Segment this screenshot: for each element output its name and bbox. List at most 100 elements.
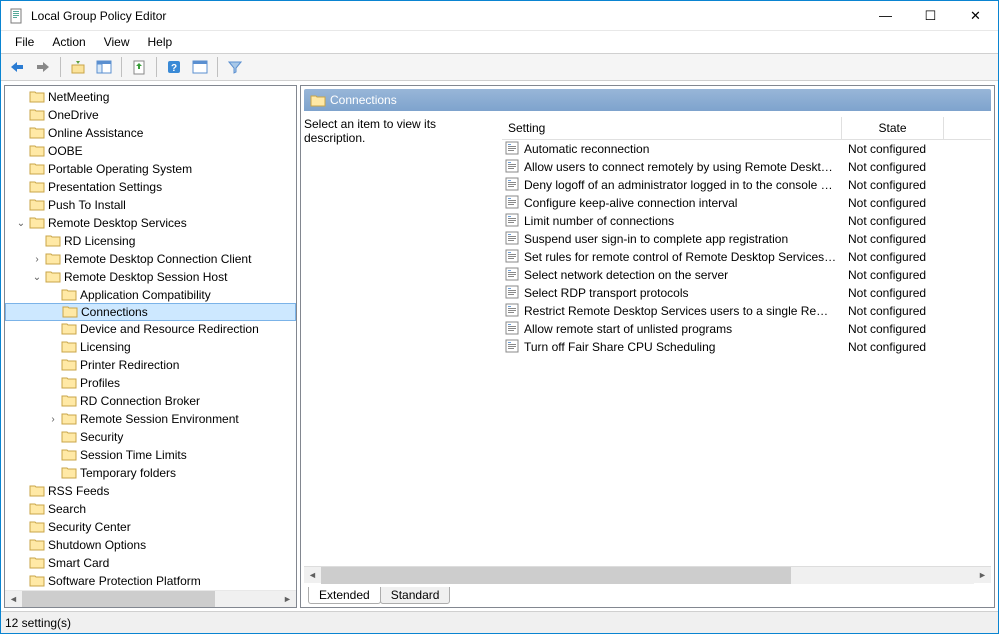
tree-item[interactable]: ⌄ Remote Desktop Session Host bbox=[5, 268, 296, 286]
menu-view[interactable]: View bbox=[96, 33, 138, 51]
tree-item[interactable]: Online Assistance bbox=[5, 124, 296, 142]
tree-item[interactable]: Device and Resource Redirection bbox=[5, 320, 296, 338]
list-hscrollbar[interactable]: ◄ ► bbox=[304, 566, 991, 583]
tree-item[interactable]: Application Compatibility bbox=[5, 286, 296, 304]
tree-item[interactable]: Security bbox=[5, 428, 296, 446]
export-button[interactable] bbox=[127, 56, 151, 78]
tree-hscroll-thumb[interactable] bbox=[22, 591, 215, 608]
list-row[interactable]: Suspend user sign-in to complete app reg… bbox=[502, 230, 991, 248]
tree-item[interactable]: Connections bbox=[5, 303, 296, 321]
tree-item[interactable]: ⌄ Remote Desktop Services bbox=[5, 214, 296, 232]
tree-item[interactable]: Search bbox=[5, 500, 296, 518]
list-row[interactable]: Select RDP transport protocolsNot config… bbox=[502, 284, 991, 302]
tree-item-label: Remote Desktop Session Host bbox=[64, 270, 227, 284]
scroll-right-icon[interactable]: ► bbox=[279, 591, 296, 608]
folder-icon bbox=[45, 234, 61, 248]
expander-icon[interactable]: › bbox=[45, 414, 61, 425]
list-row[interactable]: Allow users to connect remotely by using… bbox=[502, 158, 991, 176]
list-row[interactable]: Set rules for remote control of Remote D… bbox=[502, 248, 991, 266]
tab-extended[interactable]: Extended bbox=[308, 587, 381, 604]
tree-item[interactable]: Presentation Settings bbox=[5, 178, 296, 196]
tree-item-label: Session Time Limits bbox=[80, 448, 187, 462]
folder-icon bbox=[45, 252, 61, 266]
up-button[interactable] bbox=[66, 56, 90, 78]
filter-button[interactable] bbox=[223, 56, 247, 78]
expander-icon[interactable]: › bbox=[29, 254, 45, 265]
setting-state: Not configured bbox=[842, 250, 944, 264]
policy-icon bbox=[505, 249, 521, 265]
menu-action[interactable]: Action bbox=[44, 33, 93, 51]
setting-state: Not configured bbox=[842, 142, 944, 156]
tree-item[interactable]: Shutdown Options bbox=[5, 536, 296, 554]
scroll-left-icon[interactable]: ◄ bbox=[5, 591, 22, 608]
tree-item-label: OneDrive bbox=[48, 108, 99, 122]
list-row[interactable]: Automatic reconnectionNot configured bbox=[502, 140, 991, 158]
back-button[interactable] bbox=[5, 56, 29, 78]
tree-scroll[interactable]: NetMeeting OneDrive Online Assistance OOBE P… bbox=[5, 86, 296, 590]
tree-item-label: Online Assistance bbox=[48, 126, 143, 140]
tree-item[interactable]: Licensing bbox=[5, 338, 296, 356]
list-row[interactable]: Configure keep-alive connection interval… bbox=[502, 194, 991, 212]
properties-button[interactable] bbox=[188, 56, 212, 78]
tree-item-label: NetMeeting bbox=[48, 90, 109, 104]
tree-item-label: Remote Session Environment bbox=[80, 412, 239, 426]
tree-item-label: Presentation Settings bbox=[48, 180, 162, 194]
tree-item[interactable]: Security Center bbox=[5, 518, 296, 536]
policy-icon bbox=[505, 285, 521, 301]
column-state[interactable]: State bbox=[842, 117, 944, 139]
forward-button[interactable] bbox=[31, 56, 55, 78]
setting-name: Automatic reconnection bbox=[524, 142, 842, 156]
tree-item[interactable]: Software Protection Platform bbox=[5, 572, 296, 590]
list-row[interactable]: Turn off Fair Share CPU SchedulingNot co… bbox=[502, 338, 991, 356]
close-button[interactable]: ✕ bbox=[953, 1, 998, 30]
tree-item-label: RD Licensing bbox=[64, 234, 135, 248]
column-setting[interactable]: Setting bbox=[502, 117, 842, 139]
tree-item[interactable]: Portable Operating System bbox=[5, 160, 296, 178]
tree-item[interactable]: Printer Redirection bbox=[5, 356, 296, 374]
tabs-bar: Extended Standard bbox=[304, 584, 991, 604]
tree-item-label: Remote Desktop Services bbox=[48, 216, 187, 230]
list-hscroll-thumb[interactable] bbox=[321, 567, 791, 584]
folder-icon bbox=[29, 538, 45, 552]
tree-item[interactable]: Smart Card bbox=[5, 554, 296, 572]
list-row[interactable]: Select network detection on the serverNo… bbox=[502, 266, 991, 284]
tree-item[interactable]: Temporary folders bbox=[5, 464, 296, 482]
policy-icon bbox=[505, 177, 521, 193]
tree-item[interactable]: Session Time Limits bbox=[5, 446, 296, 464]
list-row[interactable]: Allow remote start of unlisted programsN… bbox=[502, 320, 991, 338]
policy-icon bbox=[505, 339, 521, 355]
policy-icon bbox=[505, 195, 521, 211]
tree-item[interactable]: › Remote Session Environment bbox=[5, 410, 296, 428]
list-row[interactable]: Limit number of connectionsNot configure… bbox=[502, 212, 991, 230]
folder-icon bbox=[29, 520, 45, 534]
help-button[interactable]: ? bbox=[162, 56, 186, 78]
tree-item-label: Profiles bbox=[80, 376, 120, 390]
expander-icon[interactable]: ⌄ bbox=[29, 272, 45, 283]
scroll-left-icon[interactable]: ◄ bbox=[304, 567, 321, 584]
maximize-button[interactable]: ☐ bbox=[908, 1, 953, 30]
tree-item[interactable]: OneDrive bbox=[5, 106, 296, 124]
tree-item[interactable]: NetMeeting bbox=[5, 88, 296, 106]
tab-standard[interactable]: Standard bbox=[380, 587, 451, 604]
folder-icon bbox=[61, 394, 77, 408]
tree-item[interactable]: Profiles bbox=[5, 374, 296, 392]
tree-hscrollbar[interactable]: ◄ ► bbox=[5, 590, 296, 607]
list-row[interactable]: Restrict Remote Desktop Services users t… bbox=[502, 302, 991, 320]
tree-item-label: Security bbox=[80, 430, 123, 444]
tree-item-label: Portable Operating System bbox=[48, 162, 192, 176]
list-row[interactable]: Deny logoff of an administrator logged i… bbox=[502, 176, 991, 194]
show-hide-tree-button[interactable] bbox=[92, 56, 116, 78]
menu-help[interactable]: Help bbox=[140, 33, 181, 51]
menu-file[interactable]: File bbox=[7, 33, 42, 51]
tree-item[interactable]: Push To Install bbox=[5, 196, 296, 214]
tree-item[interactable]: RD Licensing bbox=[5, 232, 296, 250]
tree-item[interactable]: RSS Feeds bbox=[5, 482, 296, 500]
setting-state: Not configured bbox=[842, 304, 944, 318]
tree-item[interactable]: ›Remote Desktop Connection Client bbox=[5, 250, 296, 268]
scroll-right-icon[interactable]: ► bbox=[974, 567, 991, 584]
menubar: File Action View Help bbox=[1, 31, 998, 53]
minimize-button[interactable]: — bbox=[863, 1, 908, 30]
tree-item[interactable]: OOBE bbox=[5, 142, 296, 160]
expander-icon[interactable]: ⌄ bbox=[13, 218, 29, 229]
tree-item[interactable]: RD Connection Broker bbox=[5, 392, 296, 410]
